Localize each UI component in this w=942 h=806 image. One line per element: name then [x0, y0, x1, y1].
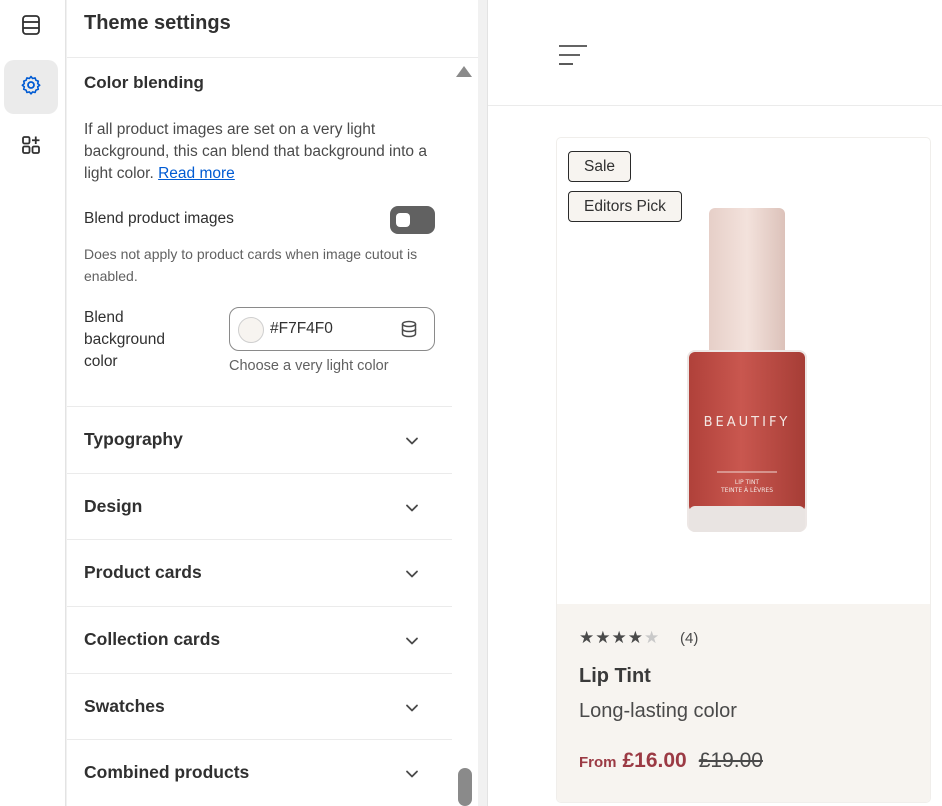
- accordion-typography[interactable]: Typography: [67, 406, 452, 473]
- product-image[interactable]: BEAUTIFY LIP TINT TEINTE À LÈVRES: [677, 206, 817, 546]
- toggle-knob: [396, 213, 410, 227]
- sections-button[interactable]: [4, 0, 58, 54]
- accordion-product-cards[interactable]: Product cards: [67, 539, 452, 606]
- blend-color-help: Choose a very light color: [229, 358, 389, 374]
- blend-images-toggle[interactable]: [390, 206, 435, 234]
- chevron-down-icon: [405, 701, 419, 720]
- sections-icon: [20, 14, 42, 41]
- chevron-down-icon: [405, 567, 419, 586]
- chevron-down-icon: [405, 634, 419, 653]
- blend-color-label: Blend background color: [84, 309, 166, 370]
- accordion-swatches[interactable]: Swatches: [67, 673, 452, 740]
- sale-price: £16.00: [622, 749, 687, 772]
- product-title[interactable]: Lip Tint: [579, 665, 651, 688]
- color-value[interactable]: #F7F4F0: [270, 320, 333, 338]
- accordion-label: Product cards: [84, 562, 202, 582]
- product-subtitle: Long-lasting color: [579, 700, 737, 722]
- chevron-down-icon: [405, 501, 419, 520]
- accordion-label: Collection cards: [84, 629, 221, 649]
- preview-header: [488, 0, 942, 106]
- color-swatch[interactable]: [238, 317, 264, 343]
- bottle-brand: BEAUTIFY: [704, 415, 791, 430]
- bottle-small-text-1: LIP TINT: [735, 479, 760, 486]
- color-blending-description: If all product images are set on a very …: [84, 119, 444, 185]
- sale-badge: Sale: [568, 151, 632, 182]
- accordion-label: Combined products: [84, 762, 250, 782]
- storefront-preview: Sale Editors Pick BEAUTIFY LIP TINT TEIN…: [487, 0, 942, 806]
- accordion-label: Typography: [84, 429, 183, 449]
- read-more-link[interactable]: Read more: [158, 165, 235, 182]
- accordion-label: Design: [84, 496, 143, 516]
- menu-icon[interactable]: [558, 44, 588, 71]
- editors-pick-badge: Editors Pick: [568, 191, 682, 222]
- description-text: If all product images are set on a very …: [84, 121, 427, 182]
- database-icon[interactable]: [400, 320, 418, 343]
- collapse-up-icon[interactable]: [456, 66, 472, 77]
- compare-price: £19.00: [698, 749, 763, 772]
- accordion-combined-products[interactable]: Combined products: [67, 739, 452, 806]
- divider: [67, 57, 478, 58]
- accordion-collection-cards[interactable]: Collection cards: [67, 606, 452, 673]
- color-blending-heading[interactable]: Color blending: [84, 73, 204, 93]
- gear-icon: [20, 74, 42, 101]
- apps-button[interactable]: [4, 120, 58, 174]
- scrollbar-thumb[interactable]: [458, 768, 472, 806]
- apps-icon: [20, 134, 42, 161]
- rating-count: (4): [680, 630, 699, 647]
- product-card[interactable]: Sale Editors Pick BEAUTIFY LIP TINT TEIN…: [557, 138, 930, 802]
- blend-color-field[interactable]: #F7F4F0: [229, 307, 435, 351]
- chevron-down-icon: [405, 767, 419, 786]
- accordion-design[interactable]: Design: [67, 473, 452, 540]
- star-rating: ★★★★★: [579, 628, 661, 647]
- theme-settings-button[interactable]: [4, 60, 58, 114]
- chevron-down-icon: [405, 434, 419, 453]
- bottle-small-text-2: TEINTE À LÈVRES: [720, 486, 773, 494]
- product-info: ★★★★★ (4) Lip Tint Long-lasting color Fr…: [557, 604, 930, 802]
- price-row: From £16.00 £19.00: [579, 749, 763, 773]
- panel-title: Theme settings: [84, 12, 231, 34]
- price-prefix: From: [579, 754, 617, 771]
- left-rail: [0, 0, 66, 806]
- theme-settings-panel: Theme settings Color blending If all pro…: [67, 0, 478, 806]
- blend-images-label: Blend product images: [84, 210, 234, 227]
- blend-images-help: Does not apply to product cards when ima…: [84, 246, 418, 284]
- accordion-label: Swatches: [84, 696, 165, 716]
